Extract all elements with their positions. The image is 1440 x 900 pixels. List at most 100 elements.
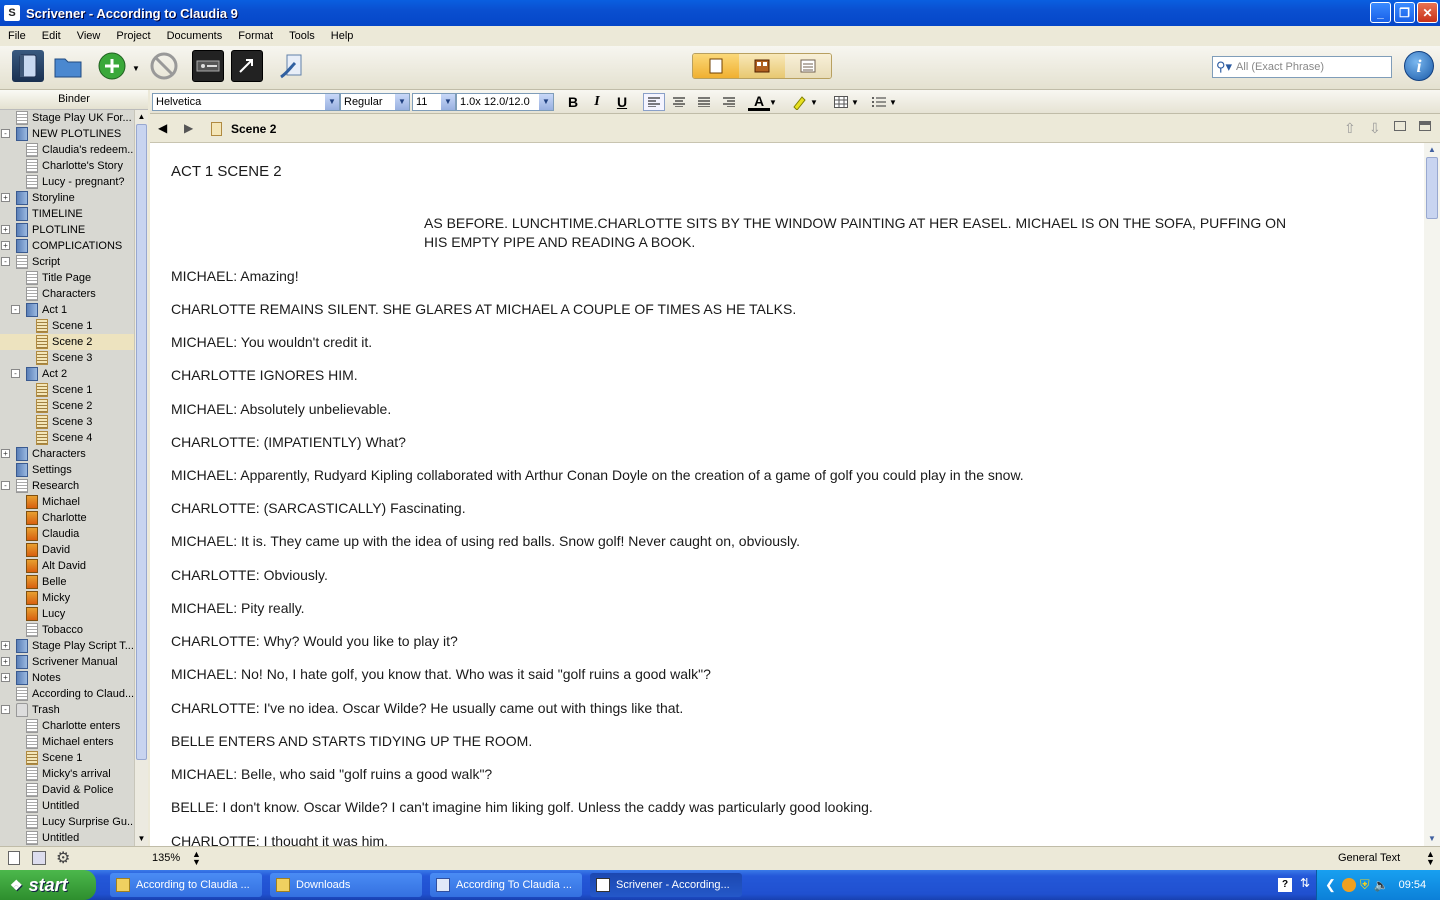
binder-item[interactable]: TIMELINE [0, 206, 134, 222]
text-type-select[interactable]: General Text [1338, 852, 1400, 864]
zoom-level[interactable]: 135% [152, 852, 180, 864]
binder-item[interactable]: + Scrivener Manual [0, 654, 134, 670]
scene-document-icon[interactable] [211, 122, 222, 136]
align-center-button[interactable] [668, 93, 690, 111]
binder-item[interactable]: Michael [0, 494, 134, 510]
start-button[interactable]: ❖ start [0, 870, 96, 900]
binder-item[interactable]: Untitled [0, 798, 134, 814]
binder-item[interactable]: - Act 2 [0, 366, 134, 382]
binder-item[interactable]: - Research [0, 478, 134, 494]
expand-icon[interactable]: + [1, 193, 10, 202]
binder-item[interactable]: Charlotte's Story [0, 158, 134, 174]
line-spacing-select[interactable]: 1.0x 12.0/12.0 ▼ [456, 93, 554, 111]
collapse-icon[interactable]: - [11, 369, 20, 378]
expand-icon[interactable]: + [1, 641, 10, 650]
binder-item[interactable]: - Script [0, 254, 134, 270]
network-icon[interactable]: ⇅ [1300, 876, 1310, 890]
taskbar-item-word[interactable]: According To Claudia ... [430, 873, 582, 897]
binder-item[interactable]: Scene 3 [0, 414, 134, 430]
list-dropdown-icon[interactable]: ▼ [888, 93, 898, 111]
collapse-icon[interactable]: - [1, 481, 10, 490]
binder-item[interactable]: - Act 1 [0, 302, 134, 318]
show-hidden-icons-icon[interactable]: ❮ [1325, 877, 1336, 893]
gear-icon[interactable]: ⚙ [56, 848, 70, 868]
add-document-button[interactable] [96, 50, 128, 82]
restore-button[interactable]: ❐ [1394, 2, 1415, 23]
binder-item[interactable]: Claudia's redeem... [0, 142, 136, 158]
document-title[interactable]: Scene 2 [231, 122, 276, 136]
binder-item[interactable]: Characters [0, 286, 134, 302]
expand-icon[interactable]: + [1, 241, 10, 250]
binder-item[interactable]: Settings [0, 462, 134, 478]
help-icon[interactable]: ? [1278, 878, 1292, 892]
menu-edit[interactable]: Edit [34, 30, 69, 42]
text-type-stepper-icon[interactable]: ▲ ▼ [1426, 850, 1435, 867]
expand-icon[interactable]: + [1, 673, 10, 682]
volume-icon[interactable]: 🔈 [1374, 878, 1389, 892]
binder-item[interactable]: + Characters [0, 446, 134, 462]
binder-item[interactable]: Lucy - pregnant? [0, 174, 134, 190]
clock[interactable]: 09:54 [1399, 879, 1427, 891]
search-icon[interactable]: ⚲▾ [1216, 59, 1232, 75]
scroll-down-arrow-icon[interactable]: ▼ [135, 832, 148, 846]
new-folder-icon[interactable] [32, 851, 46, 865]
close-button[interactable]: ✕ [1417, 2, 1438, 23]
font-style-select[interactable]: Regular ▼ [340, 93, 410, 111]
scrivenings-view-button[interactable] [693, 54, 739, 78]
expand-icon[interactable]: + [1, 657, 10, 666]
scroll-up-arrow-icon[interactable]: ▲ [135, 110, 148, 124]
binder-item[interactable]: Scene 4 [0, 430, 134, 446]
next-document-icon[interactable]: ⇩ [1369, 120, 1381, 137]
binder-item[interactable]: + COMPLICATIONS [0, 238, 134, 254]
split-horizontal-icon[interactable] [1419, 121, 1431, 131]
italic-button[interactable]: I [586, 93, 608, 111]
table-dropdown-icon[interactable]: ▼ [850, 93, 860, 111]
scroll-up-arrow-icon[interactable]: ▲ [1424, 143, 1440, 157]
align-justify-button[interactable] [693, 93, 715, 111]
binder-item[interactable]: Tobacco [0, 622, 134, 638]
inspector-folder-button[interactable] [52, 50, 84, 82]
scroll-down-arrow-icon[interactable]: ▼ [1424, 832, 1440, 846]
expand-icon[interactable]: + [1, 225, 10, 234]
highlight-button[interactable] [788, 93, 810, 111]
collapse-icon[interactable]: - [11, 305, 20, 314]
binder-item[interactable]: Title Page [0, 270, 134, 286]
binder-item[interactable]: Charlotte enters [0, 718, 134, 734]
outliner-view-button[interactable] [785, 54, 831, 78]
menu-format[interactable]: Format [230, 30, 281, 42]
menu-help[interactable]: Help [323, 30, 362, 42]
forward-arrow-icon[interactable]: ▶ [184, 121, 193, 135]
taskbar-item-scrivener[interactable]: Scrivener - According... [590, 873, 742, 897]
font-size-select[interactable]: 11 ▼ [412, 93, 456, 111]
binder-item[interactable]: Untitled [0, 830, 134, 846]
taskbar-item-folder[interactable]: According to Claudia ... [110, 873, 262, 897]
menu-file[interactable]: File [0, 30, 34, 42]
binder-item[interactable]: Scene 2 [0, 334, 134, 350]
binder-item[interactable]: Alt David [0, 558, 134, 574]
binder-item[interactable]: + Storyline [0, 190, 134, 206]
editor-scroll-thumb[interactable] [1426, 157, 1438, 219]
binder-scroll-thumb[interactable] [136, 124, 147, 760]
search-input[interactable]: ⚲▾ All (Exact Phrase) [1212, 56, 1392, 78]
binder-item[interactable]: Scene 1 [0, 318, 134, 334]
editor-scrollbar[interactable]: ▲ ▼ [1424, 143, 1440, 846]
previous-document-icon[interactable]: ⇧ [1344, 120, 1356, 137]
shield-icon[interactable]: ⛨ [1360, 877, 1370, 893]
collapse-icon[interactable]: - [1, 705, 10, 714]
binder-item[interactable]: Claudia [0, 526, 134, 542]
binder-item[interactable]: David [0, 542, 134, 558]
binder-toggle-button[interactable] [12, 50, 44, 82]
menu-project[interactable]: Project [108, 30, 158, 42]
list-button[interactable] [868, 93, 890, 111]
binder-item[interactable]: Lucy Surprise Gu... [0, 814, 136, 830]
table-button[interactable] [830, 93, 852, 111]
align-left-button[interactable] [643, 93, 665, 111]
add-dropdown-arrow-icon[interactable]: ▼ [132, 64, 140, 73]
binder-item[interactable]: Scene 1 [0, 382, 134, 398]
bold-button[interactable]: B [562, 93, 584, 111]
binder-item[interactable]: Belle [0, 574, 134, 590]
binder-scrollbar[interactable]: ▲ ▼ [134, 110, 148, 846]
binder-item[interactable]: Charlotte [0, 510, 134, 526]
collapse-icon[interactable]: - [1, 257, 10, 266]
chrome-tray-icon[interactable] [1341, 878, 1356, 892]
